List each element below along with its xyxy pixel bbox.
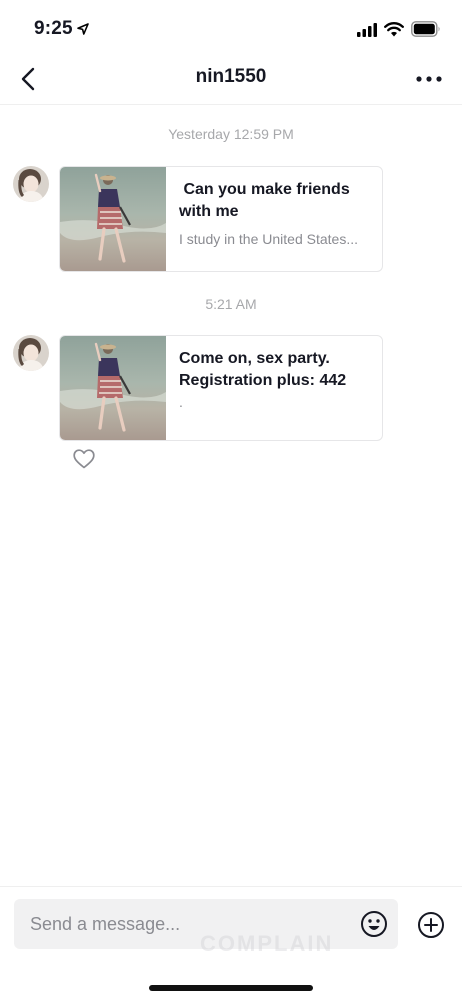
card-text: Come on, sex party. Registration plus: 4… xyxy=(179,348,371,410)
avatar-image xyxy=(13,335,49,371)
signal-icon xyxy=(357,23,377,37)
plus-circle-icon xyxy=(418,912,444,938)
video-thumbnail xyxy=(60,167,166,271)
emoji-face-icon xyxy=(361,911,387,937)
add-attachment-button[interactable] xyxy=(417,911,445,939)
wifi-icon xyxy=(384,22,404,37)
more-options-button[interactable] xyxy=(414,68,444,90)
message-composer: COMPLAIN xyxy=(0,886,462,1000)
card-title: Come on, sex party. Registration plus: 4… xyxy=(179,350,347,389)
chat-title[interactable]: nin1550 xyxy=(0,66,462,88)
battery-icon xyxy=(411,21,440,37)
message-timestamp: Yesterday 12:59 PM xyxy=(168,126,294,142)
avatar-image xyxy=(13,166,49,202)
sender-avatar[interactable] xyxy=(13,335,49,371)
status-time-label: 9:25 xyxy=(34,18,73,39)
home-indicator[interactable] xyxy=(149,985,313,991)
emoji-button[interactable] xyxy=(360,910,388,938)
status-bar: 9:25 xyxy=(0,0,462,56)
heart-icon xyxy=(73,449,95,469)
chat-header: nin1550 xyxy=(0,56,462,105)
watermark: COMPLAIN xyxy=(200,931,334,956)
card-text: Can you make friends with me I study in … xyxy=(179,179,371,247)
status-time: 9:25 xyxy=(34,18,89,40)
sender-avatar[interactable] xyxy=(13,166,49,202)
location-arrow-icon xyxy=(77,23,89,35)
shared-video-card[interactable]: Come on, sex party. Registration plus: 4… xyxy=(59,335,383,441)
message-timestamp: 5:21 AM xyxy=(205,296,257,312)
card-subtitle: I study in the United States... xyxy=(179,231,358,247)
card-subtitle: . xyxy=(179,394,183,410)
more-horizontal-icon xyxy=(416,76,442,82)
card-title: Can you make friends with me xyxy=(179,181,355,220)
chat-screen: 9:25 nin1550 Yesterday 12:59 PM Can you … xyxy=(0,0,462,1000)
video-thumbnail xyxy=(60,336,166,440)
shared-video-card[interactable]: Can you make friends with me I study in … xyxy=(59,166,383,272)
like-button[interactable] xyxy=(73,449,95,469)
